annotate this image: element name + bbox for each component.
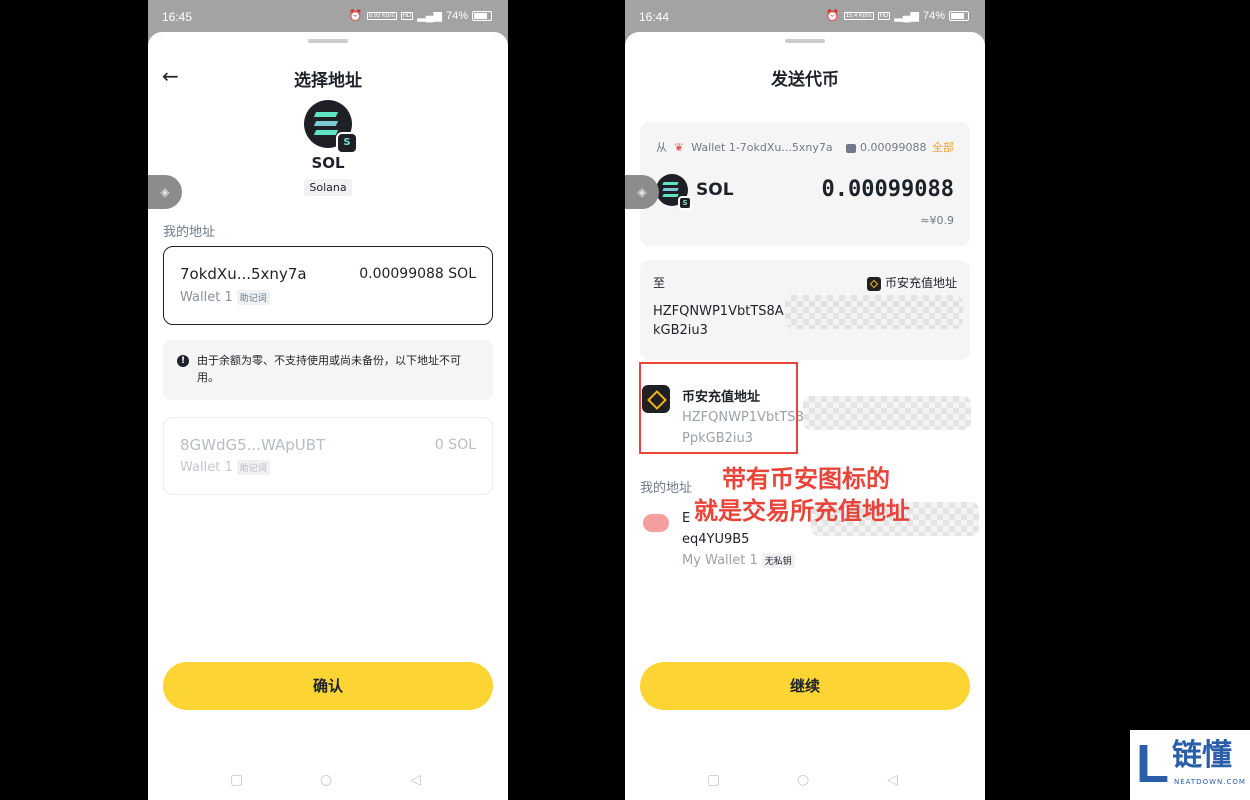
fiat-value: ≈¥0.9 bbox=[920, 214, 954, 227]
watermark-logo: L 链懂 NEATDOWN.COM bbox=[1130, 730, 1250, 800]
from-label: 从 bbox=[656, 141, 667, 154]
alarm-icon: ⏰ bbox=[825, 10, 840, 22]
system-nav-bar: ▢ ○ ◁ bbox=[625, 772, 985, 792]
network-badge: Solana bbox=[304, 179, 352, 196]
status-time: 16:44 bbox=[639, 10, 670, 24]
unavailable-notice: ! 由于余额为零、不支持使用或尚未备份，以下地址不可用。 bbox=[163, 340, 493, 400]
redaction-mask bbox=[785, 295, 963, 329]
annotation-highlight-box bbox=[639, 362, 798, 454]
triangle-icon[interactable]: ◁ bbox=[887, 772, 898, 788]
solana-icon: S bbox=[304, 100, 358, 154]
signal-icon: ▂▄▆ bbox=[417, 10, 442, 22]
address-card-disabled: 8GWdG5...WApUBT 0 SOL Wallet 1 助记词 bbox=[163, 417, 493, 495]
sheet-grabber[interactable] bbox=[308, 39, 348, 43]
page-title: 选择地址 bbox=[294, 71, 362, 91]
wallet-icon bbox=[846, 143, 857, 153]
coin-logo: S bbox=[304, 100, 358, 154]
triangle-icon[interactable]: ◁ bbox=[410, 772, 421, 788]
status-icons: ⏰ 9.93 KB/s HD ▂▄▆ 74% bbox=[349, 9, 492, 22]
battery-icon bbox=[949, 10, 969, 21]
net-speed: 9.93 KB/s bbox=[366, 11, 397, 20]
annotation-line1: 带有币安图标的 bbox=[722, 465, 890, 493]
notice-text: 由于余额为零、不支持使用或尚未备份，以下地址不可用。 bbox=[197, 354, 461, 384]
address-text: 7okdXu...5xny7a bbox=[180, 265, 307, 283]
status-time: 16:45 bbox=[162, 10, 193, 24]
coin-symbol: SOL bbox=[311, 154, 345, 172]
mnemonic-tag: 助记词 bbox=[236, 290, 270, 305]
alarm-icon: ⏰ bbox=[348, 10, 363, 22]
to-source: 币安充值地址 bbox=[884, 276, 957, 290]
signal-icon: ▂▄▆ bbox=[894, 10, 919, 22]
battery-percent: 74% bbox=[445, 9, 468, 22]
battery-percent: 74% bbox=[922, 9, 945, 22]
continue-button[interactable]: 继续 bbox=[640, 662, 970, 710]
mnemonic-tag: 助记词 bbox=[236, 460, 270, 475]
status-bar: 16:45 ⏰ 9.93 KB/s HD ▂▄▆ 74% bbox=[148, 0, 508, 32]
solana-icon: S bbox=[656, 174, 692, 210]
phone-screen-left: 16:45 ⏰ 9.93 KB/s HD ▂▄▆ 74% ← 选择地址 S SO… bbox=[148, 0, 508, 800]
logo-letter: L bbox=[1136, 734, 1169, 794]
hd-icon: HD bbox=[400, 11, 414, 20]
to-label: 至 bbox=[653, 276, 666, 290]
system-nav-bar: ▢ ○ ◁ bbox=[148, 772, 508, 792]
to-panel[interactable]: 至 币安充值地址 HZFQNWP1VbtTS8A kGB2iu3 bbox=[640, 260, 970, 360]
from-panel: 从 ❦ Wallet 1-7okdXu...5xny7a 0.00099088 … bbox=[640, 122, 970, 246]
logo-domain: NEATDOWN.COM bbox=[1174, 778, 1246, 786]
confirm-button[interactable]: 确认 bbox=[163, 662, 493, 710]
solana-badge-icon: S bbox=[336, 132, 358, 154]
sheet-grabber[interactable] bbox=[785, 39, 825, 43]
circle-icon[interactable]: ○ bbox=[797, 772, 809, 788]
wallet-avatar-icon: ❦ bbox=[674, 141, 684, 154]
logo-brand: 链懂 bbox=[1172, 738, 1232, 773]
solana-badge-icon: S bbox=[678, 196, 692, 210]
page-title: 发送代币 bbox=[771, 70, 839, 90]
bottom-sheet: ← 选择地址 S SOL Solana ◈ 我的地址 7okdXu...5xny… bbox=[148, 32, 508, 800]
piggy-bank-icon bbox=[643, 514, 669, 532]
battery-icon bbox=[472, 10, 492, 21]
coin-logo: S bbox=[656, 174, 692, 210]
entry-address-line2: eq4YU9B5 bbox=[682, 532, 750, 547]
bottom-sheet: 发送代币 从 ❦ Wallet 1-7okdXu...5xny7a 0.0009… bbox=[625, 32, 985, 800]
floating-tab-icon[interactable]: ◈ bbox=[625, 175, 659, 209]
wallet-name: My Wallet 1 bbox=[682, 553, 758, 568]
binance-icon bbox=[866, 276, 881, 291]
address-balance: 0 SOL bbox=[434, 437, 476, 453]
address-text: 8GWdG5...WApUBT bbox=[180, 436, 326, 454]
phone-screen-right: 16:44 ⏰ 15.4 KB/s HD ▂▄▆ 74% 发送代币 从 ❦ Wa… bbox=[625, 0, 985, 800]
to-address-line1: HZFQNWP1VbtTS8A bbox=[653, 304, 784, 319]
max-button[interactable]: 全部 bbox=[932, 141, 954, 154]
amount-value[interactable]: 0.00099088 bbox=[822, 177, 954, 202]
from-wallet: Wallet 1-7okdXu...5xny7a bbox=[691, 141, 833, 154]
net-speed: 15.4 KB/s bbox=[843, 11, 874, 20]
square-icon[interactable]: ▢ bbox=[230, 772, 243, 788]
status-bar: 16:44 ⏰ 15.4 KB/s HD ▂▄▆ 74% bbox=[625, 0, 985, 32]
to-address-line2: kGB2iu3 bbox=[653, 323, 708, 338]
my-address-label: 我的地址 bbox=[640, 481, 693, 496]
status-icons: ⏰ 15.4 KB/s HD ▂▄▆ 74% bbox=[826, 9, 969, 22]
coin-symbol: SOL bbox=[696, 180, 734, 200]
address-balance: 0.00099088 SOL bbox=[359, 266, 476, 282]
wallet-name: Wallet 1 bbox=[180, 290, 233, 305]
no-private-key-tag: 无私钥 bbox=[761, 553, 795, 568]
square-icon[interactable]: ▢ bbox=[707, 772, 720, 788]
floating-tab-icon[interactable]: ◈ bbox=[148, 175, 182, 209]
hd-icon: HD bbox=[877, 11, 891, 20]
my-address-label: 我的地址 bbox=[163, 225, 216, 240]
info-icon: ! bbox=[177, 355, 189, 367]
wallet-name: Wallet 1 bbox=[180, 460, 233, 475]
circle-icon[interactable]: ○ bbox=[320, 772, 332, 788]
address-card-selected[interactable]: 7okdXu...5xny7a 0.00099088 SOL Wallet 1助… bbox=[163, 246, 493, 325]
from-balance: 0.00099088 bbox=[860, 141, 927, 154]
annotation-line2: 就是交易所充值地址 bbox=[694, 497, 910, 525]
redaction-mask bbox=[803, 396, 971, 430]
